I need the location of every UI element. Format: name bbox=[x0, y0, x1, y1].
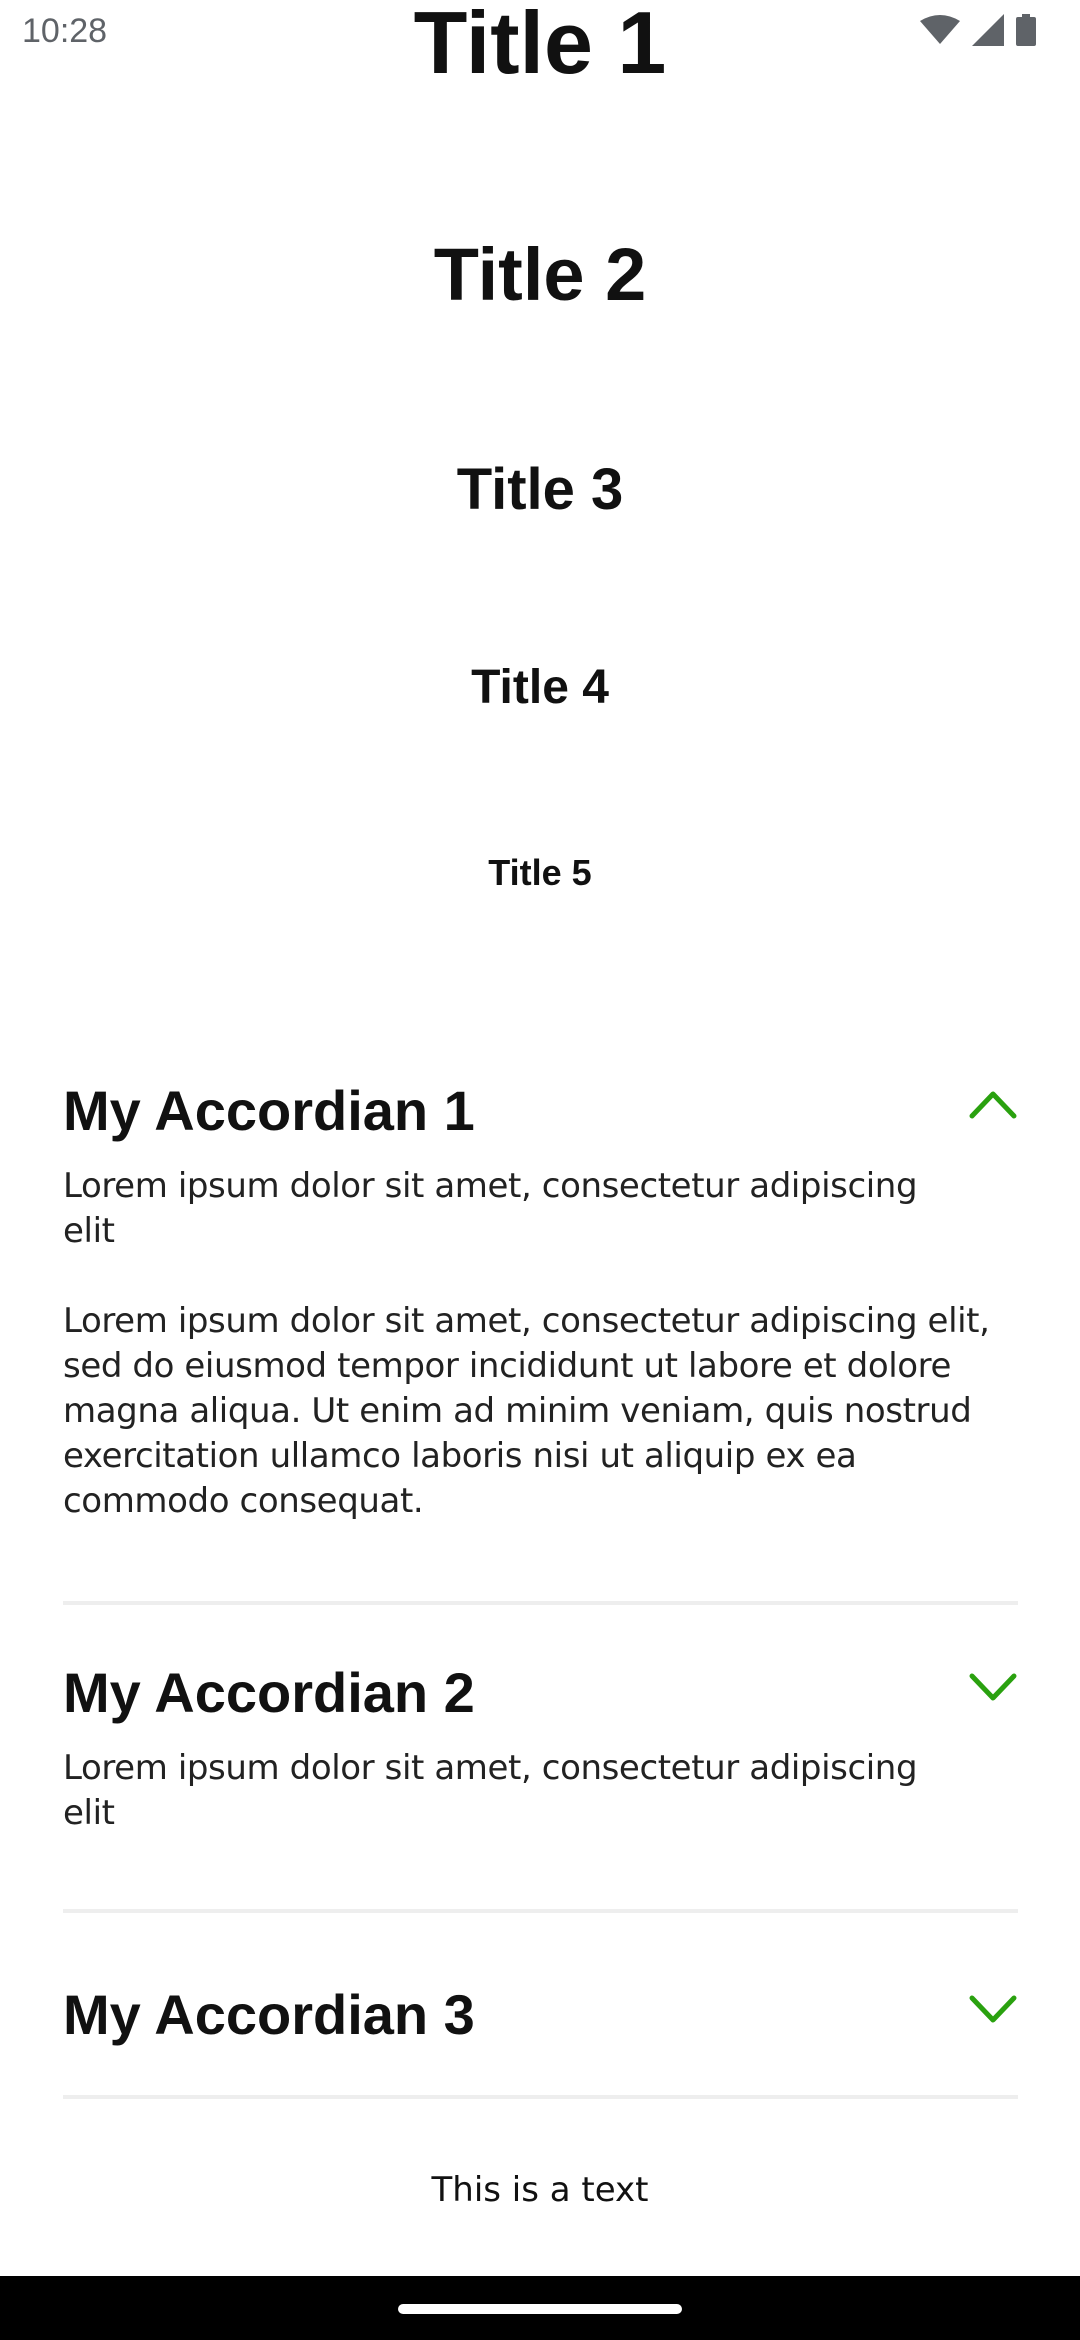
accordion-1-paragraph-1: Lorem ipsum dolor sit amet, consectetur … bbox=[63, 1166, 918, 1251]
accordion-1-header[interactable]: My Accordian 1 bbox=[63, 1068, 1018, 1164]
accordion-2-title: My Accordian 2 bbox=[63, 1661, 475, 1724]
home-gesture-handle[interactable] bbox=[398, 2304, 682, 2314]
chevron-up-icon[interactable] bbox=[968, 1086, 1018, 1122]
footer-text: This is a text bbox=[431, 2170, 649, 2210]
accordion-1-body: Lorem ipsum dolor sit amet, consectetur … bbox=[63, 1164, 1018, 1524]
accordion-3-title: My Accordian 3 bbox=[63, 1983, 475, 2046]
accordion-3-header[interactable]: My Accordian 3 bbox=[63, 1972, 1018, 2068]
accordion-1: My Accordian 1 Lorem ipsum dolor sit ame… bbox=[63, 1068, 1018, 1605]
accordion-1-title: My Accordian 1 bbox=[63, 1079, 475, 1142]
accordion-2-paragraph-1: Lorem ipsum dolor sit amet, consectetur … bbox=[63, 1748, 918, 1833]
title-1: Title 1 bbox=[413, 0, 667, 92]
accordion-3: My Accordian 3 bbox=[63, 1960, 1018, 2099]
chevron-down-icon[interactable] bbox=[968, 1990, 1018, 2026]
accordion-2-header[interactable]: My Accordian 2 bbox=[63, 1650, 1018, 1746]
title-3: Title 3 bbox=[456, 457, 624, 522]
accordion-1-paragraph-2: Lorem ipsum dolor sit amet, consectetur … bbox=[63, 1301, 990, 1521]
chevron-down-icon[interactable] bbox=[968, 1668, 1018, 1704]
navigation-bar bbox=[0, 2276, 1080, 2340]
title-4: Title 4 bbox=[471, 661, 609, 714]
title-5: Title 5 bbox=[488, 852, 592, 893]
accordion-2: My Accordian 2 Lorem ipsum dolor sit ame… bbox=[63, 1650, 1018, 1913]
accordion-2-body: Lorem ipsum dolor sit amet, consectetur … bbox=[63, 1746, 1018, 1836]
title-2: Title 2 bbox=[433, 233, 647, 316]
